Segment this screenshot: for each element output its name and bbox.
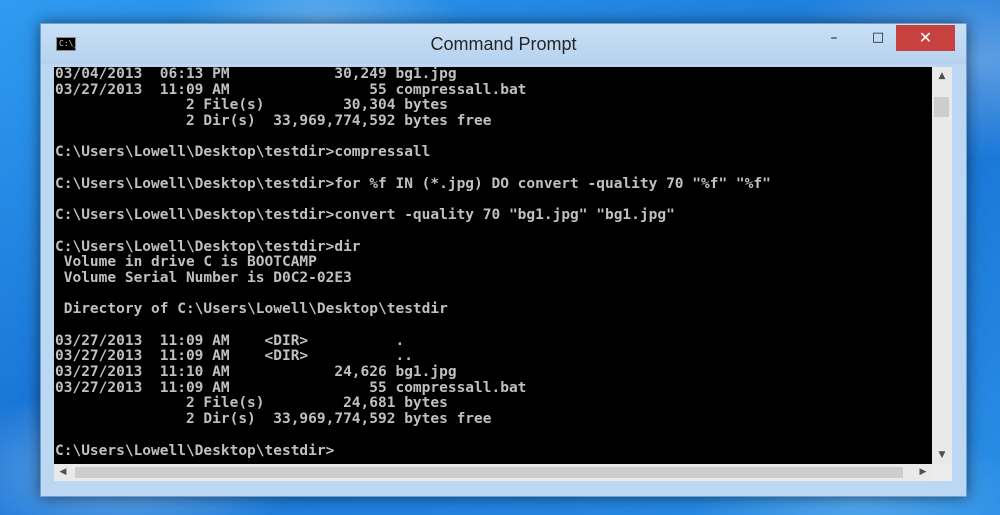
console-line: Directory of C:\Users\Lowell\Desktop\tes… xyxy=(55,301,448,318)
scroll-down-arrow-icon[interactable]: ▼ xyxy=(932,446,952,464)
title-bar[interactable]: C:\_ Command Prompt – □ ✕ xyxy=(41,24,966,64)
console-line: Volume in drive C is BOOTCAMP xyxy=(55,254,317,271)
console-line: 03/27/2013 11:10 AM 24,626 bg1.jpg xyxy=(55,364,457,381)
scroll-up-arrow-icon[interactable]: ▲ xyxy=(932,67,952,85)
horizontal-scrollbar[interactable]: ◀ ▶ xyxy=(54,464,932,481)
vertical-scroll-thumb[interactable] xyxy=(934,97,949,117)
console-line: Volume Serial Number is D0C2-02E3 xyxy=(55,269,352,286)
console-line: C:\Users\Lowell\Desktop\testdir>dir xyxy=(55,238,361,255)
maximize-button[interactable]: □ xyxy=(863,25,893,51)
console-line: 2 File(s) 24,681 bytes xyxy=(55,395,448,412)
console-line: 03/27/2013 11:09 AM 55 compressall.bat xyxy=(55,81,527,98)
console-line: 03/27/2013 11:09 AM 55 compressall.bat xyxy=(55,379,527,396)
console-line: 03/27/2013 11:09 AM <DIR> . xyxy=(55,332,405,349)
scroll-right-arrow-icon[interactable]: ▶ xyxy=(914,464,932,481)
console-line: 2 File(s) 30,304 bytes xyxy=(55,97,448,114)
vertical-scrollbar[interactable]: ▲ ▼ xyxy=(932,67,952,464)
console-client-area: 03/04/2013 06:13 PM 30,249 bg1.jpg 03/27/… xyxy=(54,67,952,481)
console-line: 2 Dir(s) 33,969,774,592 bytes free xyxy=(55,411,492,428)
command-prompt-window[interactable]: C:\_ Command Prompt – □ ✕ 03/04/2013 06:… xyxy=(40,23,967,497)
console-line: C:\Users\Lowell\Desktop\testdir>for %f I… xyxy=(55,175,771,192)
console-line: 03/04/2013 06:13 PM 30,249 bg1.jpg xyxy=(55,67,457,82)
console-line: C:\Users\Lowell\Desktop\testdir> xyxy=(55,442,335,459)
scroll-left-arrow-icon[interactable]: ◀ xyxy=(54,464,72,481)
console-line: 2 Dir(s) 33,969,774,592 bytes free xyxy=(55,113,492,130)
scrollbar-corner xyxy=(932,464,952,481)
console-line: 03/27/2013 11:09 AM <DIR> .. xyxy=(55,348,413,365)
console-output[interactable]: 03/04/2013 06:13 PM 30,249 bg1.jpg 03/27/… xyxy=(55,67,930,463)
console-line: C:\Users\Lowell\Desktop\testdir>compress… xyxy=(55,144,431,161)
close-button[interactable]: ✕ xyxy=(896,25,955,51)
horizontal-scroll-thumb[interactable] xyxy=(75,467,903,478)
minimize-button[interactable]: – xyxy=(819,25,849,51)
console-line: C:\Users\Lowell\Desktop\testdir>convert … xyxy=(55,207,675,224)
